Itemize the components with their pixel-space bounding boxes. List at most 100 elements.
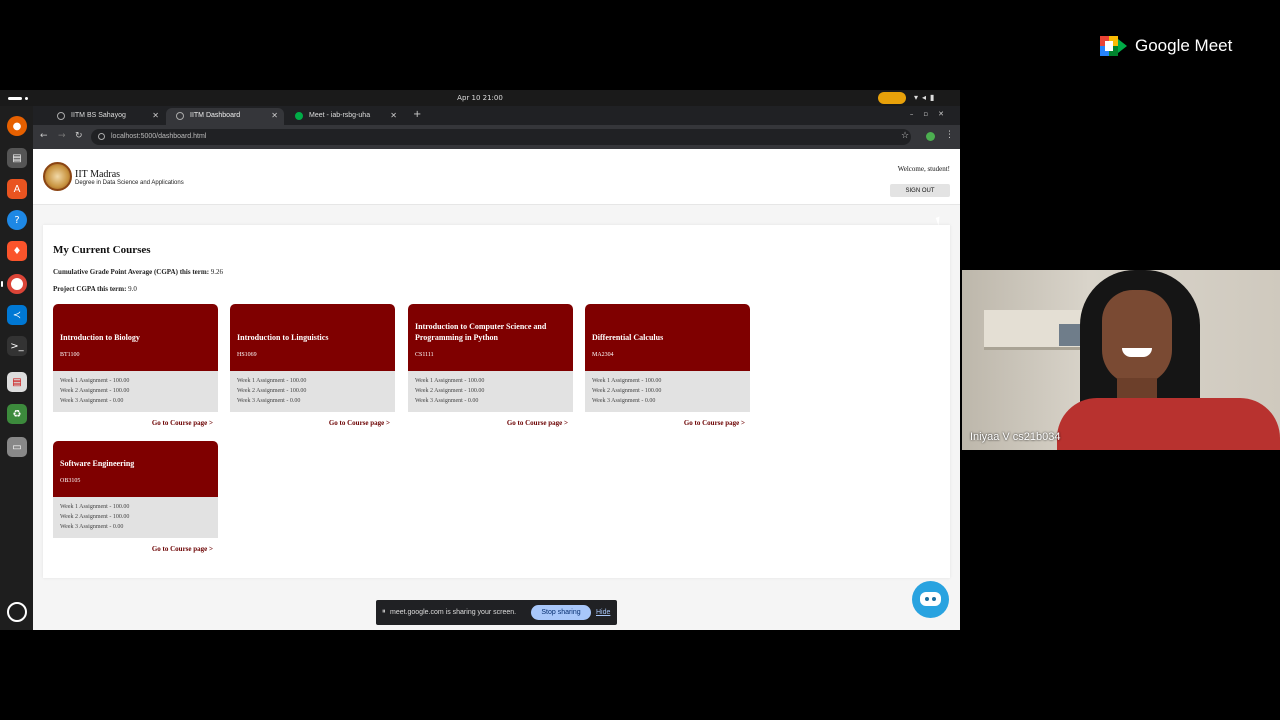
screen-share-indicator[interactable] <box>878 92 906 104</box>
tab-label: IITM Dashboard <box>190 112 241 119</box>
go-to-course-link[interactable]: Go to Course page > <box>329 419 390 427</box>
back-icon[interactable]: ← <box>40 131 48 141</box>
hide-link[interactable]: Hide <box>596 609 610 616</box>
meet-panel: Google Meet Iniyaa V cs21b034 <box>960 0 1280 720</box>
project-cgpa-label: Project CGPA this term: <box>53 285 127 293</box>
go-to-course-link[interactable]: Go to Course page > <box>152 419 213 427</box>
vscode-icon[interactable]: ≺ <box>7 305 27 325</box>
globe-icon <box>57 112 65 120</box>
participant-video: Iniyaa V cs21b034 <box>962 270 1280 450</box>
site-info-icon[interactable] <box>98 133 105 140</box>
course-card-header: Software Engineering OB3105 <box>53 441 218 497</box>
brave-icon[interactable]: ♦ <box>7 241 27 261</box>
cgpa-value: 9.26 <box>210 268 224 276</box>
go-to-course-link[interactable]: Go to Course page > <box>152 545 213 553</box>
course-code: HS1069 <box>237 352 257 358</box>
close-icon[interactable]: ✕ <box>271 111 278 120</box>
pause-icon: ⏸ <box>382 608 386 615</box>
assignment-line: Week 3 Assignment - 0.00 <box>237 398 301 404</box>
participant-name: Iniyaa V cs21b034 <box>970 431 1061 443</box>
assignment-line: Week 2 Assignment - 100.00 <box>415 388 485 394</box>
drive-icon[interactable]: ▭ <box>7 437 27 457</box>
meet-wordmark: Google Meet <box>1135 36 1233 55</box>
tab-dashboard[interactable]: IITM Dashboard ✕ <box>166 108 284 125</box>
chatbot-icon[interactable] <box>912 581 949 618</box>
course-card-header: Introduction to Linguistics HS1069 <box>230 304 395 371</box>
bookmark-star-icon[interactable]: ☆ <box>901 131 909 141</box>
tab-label: Meet - iab-rsbg-uha <box>309 112 371 119</box>
assignment-line: Week 3 Assignment - 0.00 <box>60 524 124 530</box>
window-controls[interactable]: –▫✕ <box>910 110 954 118</box>
browser-window: IITM BS Sahayog ✕ IITM Dashboard ✕ Meet … <box>33 106 960 630</box>
assignment-line: Week 1 Assignment - 100.00 <box>237 378 307 384</box>
close-icon[interactable]: ✕ <box>152 111 159 120</box>
chatbot-eye <box>932 597 936 601</box>
system-clock[interactable]: Apr 10 21:00 <box>0 94 960 102</box>
course-code: BT1100 <box>60 352 80 358</box>
site-header: IIT Madras Degree in Data Science and Ap… <box>33 149 960 205</box>
dashboard-page: IIT Madras Degree in Data Science and Ap… <box>33 149 960 630</box>
assignment-line: Week 3 Assignment - 0.00 <box>592 398 656 404</box>
course-card-biology: Introduction to Biology BT1100 Week 1 As… <box>53 304 218 432</box>
help-icon[interactable]: ? <box>7 210 27 230</box>
course-card-python: Introduction to Computer Science and Pro… <box>408 304 573 432</box>
course-name: Software Engineering <box>60 459 135 468</box>
course-card-calculus: Differential Calculus MA2304 Week 1 Assi… <box>585 304 750 432</box>
courses-panel: My Current Courses Cumulative Grade Poin… <box>43 225 950 578</box>
chrome-icon[interactable] <box>7 274 27 294</box>
reload-icon[interactable]: ↻ <box>75 131 83 141</box>
welcome-text: Welcome, student! <box>897 165 950 173</box>
project-cgpa-value: 9.0 <box>128 285 137 293</box>
course-code: OB3105 <box>60 478 81 484</box>
new-tab-icon[interactable]: + <box>413 109 421 120</box>
sign-out-button[interactable]: SIGN OUT <box>890 184 950 197</box>
course-card-body: Week 1 Assignment - 100.00 Week 2 Assign… <box>585 371 750 412</box>
course-card-software-engineering: Software Engineering OB3105 Week 1 Assig… <box>53 441 218 569</box>
assignment-line: Week 2 Assignment - 100.00 <box>60 388 130 394</box>
address-toolbar: ← → ↻ localhost:5000/dashboard.html ☆ ⋮ <box>33 125 960 149</box>
cgpa-label: Cumulative Grade Point Average (CGPA) th… <box>53 268 210 276</box>
chatbot-face <box>920 592 941 606</box>
app-center-icon[interactable]: A <box>7 179 27 199</box>
browser-menu-icon[interactable]: ⋮ <box>945 130 954 140</box>
course-code: CS1111 <box>415 352 434 358</box>
forward-icon[interactable]: → <box>58 131 66 141</box>
close-icon[interactable]: ✕ <box>390 111 397 120</box>
show-apps-icon[interactable] <box>7 602 27 622</box>
system-top-bar: Apr 10 21:00 ▾◂▮ <box>0 90 960 106</box>
firefox-icon[interactable]: ● <box>7 116 27 136</box>
dock: ● ▤ A ? ♦ ≺ >_ ▤ ♻ ▭ <box>0 106 33 630</box>
tab-strip: IITM BS Sahayog ✕ IITM Dashboard ✕ Meet … <box>33 106 960 125</box>
brand-title: IIT Madras <box>75 169 121 180</box>
terminal-icon[interactable]: >_ <box>7 336 27 356</box>
go-to-course-link[interactable]: Go to Course page > <box>507 419 568 427</box>
course-card-linguistics: Introduction to Linguistics HS1069 Week … <box>230 304 395 432</box>
files-icon[interactable]: ▤ <box>7 148 27 168</box>
stop-sharing-button[interactable]: Stop sharing <box>531 605 591 620</box>
profile-avatar[interactable] <box>926 132 935 141</box>
google-meet-logo <box>1100 36 1127 56</box>
system-tray-icons[interactable]: ▾◂▮ <box>914 93 938 102</box>
tab-meet[interactable]: Meet - iab-rsbg-uha ✕ <box>285 108 403 125</box>
course-card-body: Week 1 Assignment - 100.00 Week 2 Assign… <box>408 371 573 412</box>
iitm-logo <box>43 162 72 191</box>
project-cgpa-stat: Project CGPA this term: 9.0 <box>53 285 137 293</box>
desktop-screen: Apr 10 21:00 ▾◂▮ ● ▤ A ? ♦ ≺ >_ ▤ ♻ ▭ II… <box>0 0 960 720</box>
course-name: Differential Calculus <box>592 333 664 342</box>
assignment-line: Week 1 Assignment - 100.00 <box>60 378 130 384</box>
page-title: My Current Courses <box>53 244 151 256</box>
doc-icon[interactable]: ▤ <box>7 372 27 392</box>
globe-icon <box>176 112 184 120</box>
assignment-line: Week 2 Assignment - 100.00 <box>60 514 130 520</box>
cgpa-stat: Cumulative Grade Point Average (CGPA) th… <box>53 268 223 276</box>
go-to-course-link[interactable]: Go to Course page > <box>684 419 745 427</box>
url-bar[interactable]: localhost:5000/dashboard.html <box>91 129 911 145</box>
assignment-line: Week 1 Assignment - 100.00 <box>592 378 662 384</box>
meet-favicon-icon <box>295 112 303 120</box>
assignment-line: Week 1 Assignment - 100.00 <box>60 504 130 510</box>
dock-active-indicator <box>1 281 3 287</box>
tab-sahayog[interactable]: IITM BS Sahayog ✕ <box>47 108 165 125</box>
assignment-line: Week 1 Assignment - 100.00 <box>415 378 485 384</box>
course-card-body: Week 1 Assignment - 100.00 Week 2 Assign… <box>230 371 395 412</box>
trash-icon[interactable]: ♻ <box>7 404 27 424</box>
